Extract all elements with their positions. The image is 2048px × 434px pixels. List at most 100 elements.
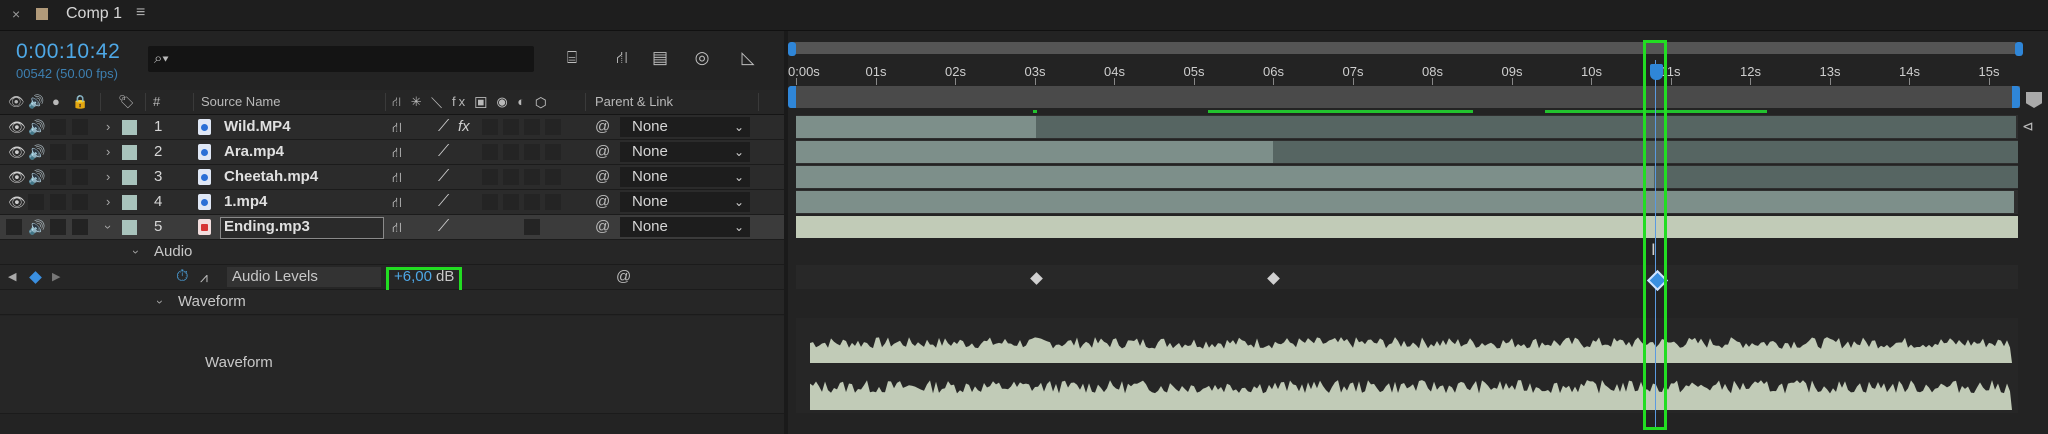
navigator-end-handle[interactable] xyxy=(2015,42,2023,56)
lock-switch[interactable] xyxy=(72,194,88,210)
3d-layer-switch[interactable] xyxy=(545,119,561,135)
layer-bar-wild[interactable] xyxy=(796,116,1036,138)
graph-icon[interactable]: ⩘ xyxy=(200,265,208,289)
time-navigator-bar[interactable] xyxy=(790,42,2020,54)
3d-layer-switch[interactable] xyxy=(545,194,561,210)
layer-row[interactable]: 👁 › 4 1.mp4 ⛙ ⟋ @ None ⌄ xyxy=(0,190,785,215)
layer-search-input[interactable] xyxy=(148,46,534,72)
lock-column-icon[interactable]: 🔒 xyxy=(72,90,88,114)
layer-bar-1[interactable] xyxy=(796,191,2014,213)
pick-whip-icon[interactable]: @ xyxy=(595,115,610,139)
audio-group-row[interactable]: › Audio xyxy=(0,240,785,265)
expand-chevron-icon[interactable]: › xyxy=(106,190,110,214)
speaker-icon[interactable]: 🔊 xyxy=(28,115,45,139)
adjustment-switch[interactable] xyxy=(524,194,540,210)
comp-tab-title[interactable]: Comp 1 xyxy=(66,5,122,23)
switches-header[interactable]: ⛙ ✳ ⟍ fx ▣ ◉ ◐ ⬡ xyxy=(392,90,550,114)
navigator-start-handle[interactable] xyxy=(788,42,796,56)
comp-button-icon[interactable]: ⊲ xyxy=(2022,118,2034,135)
pick-whip-icon[interactable]: @ xyxy=(595,190,610,214)
shy-switch-icon[interactable]: ⛙ xyxy=(392,215,402,239)
close-tab-icon[interactable]: × xyxy=(12,6,20,22)
lock-switch[interactable] xyxy=(72,169,88,185)
expand-chevron-icon[interactable]: › xyxy=(106,165,110,189)
panel-menu-icon[interactable]: ≡ xyxy=(136,4,145,22)
layer-name[interactable]: Ending.mp3 xyxy=(224,215,310,239)
frame-blend-switch[interactable] xyxy=(482,194,498,210)
keyframe-toggle-icon[interactable] xyxy=(29,271,42,284)
pick-whip-icon[interactable]: @ xyxy=(595,215,610,239)
layer-name[interactable]: 1.mp4 xyxy=(224,190,267,214)
draft-3d-icon[interactable]: ⛙ xyxy=(610,48,634,70)
solo-switch[interactable] xyxy=(50,169,66,185)
speaker-icon[interactable]: 🔊 xyxy=(28,165,45,189)
layer-bar-ending[interactable] xyxy=(796,216,2018,238)
eye-icon[interactable]: 👁 xyxy=(8,115,26,139)
expand-chevron-icon[interactable]: › xyxy=(106,140,110,164)
layer-name[interactable]: Wild.MP4 xyxy=(224,115,291,139)
search-icon[interactable]: ⌕▾ xyxy=(154,50,169,67)
composition-mini-flowchart-icon[interactable]: ⌸ xyxy=(560,48,584,70)
eye-icon[interactable]: 👁 xyxy=(8,140,26,164)
solo-switch[interactable] xyxy=(50,119,66,135)
work-area-start-handle[interactable] xyxy=(788,86,796,108)
waveform-group-row[interactable]: › Waveform xyxy=(0,290,785,315)
layer-row[interactable]: 👁 🔊 › 1 Wild.MP4 ⛙ ⟋ fx @ None ⌄ xyxy=(0,115,785,140)
quality-switch-icon[interactable]: ⟋ xyxy=(438,115,449,139)
layer-bar-ara[interactable] xyxy=(796,141,1273,163)
collapse-chevron-icon[interactable]: › xyxy=(96,225,120,229)
layer-bar-wild-tail[interactable] xyxy=(1036,116,2016,138)
solo-column-icon[interactable]: ● xyxy=(52,90,60,114)
next-keyframe-icon[interactable]: ▶ xyxy=(52,265,60,289)
quality-switch-icon[interactable]: ⟋ xyxy=(438,190,449,214)
motion-blur-switch[interactable] xyxy=(503,119,519,135)
eye-icon[interactable]: 👁 xyxy=(8,190,26,214)
label-color-swatch[interactable] xyxy=(122,220,137,235)
frame-blend-switch[interactable] xyxy=(482,144,498,160)
layer-row[interactable]: 👁 🔊 › 2 Ara.mp4 ⛙ ⟋ @ None ⌄ xyxy=(0,140,785,165)
layer-bar-cheetah-tail[interactable] xyxy=(1654,166,2018,188)
graph-editor-icon[interactable]: ◺ xyxy=(736,48,760,70)
adjustment-switch[interactable] xyxy=(524,144,540,160)
adjustment-switch[interactable] xyxy=(524,119,540,135)
speaker-icon[interactable]: 🔊 xyxy=(28,215,45,239)
shy-switch-icon[interactable]: ⛙ xyxy=(392,140,402,164)
stopwatch-icon[interactable]: ⏱ xyxy=(176,265,188,289)
source-name-header[interactable]: Source Name xyxy=(201,90,280,114)
pick-whip-icon[interactable]: @ xyxy=(595,165,610,189)
solo-switch[interactable] xyxy=(50,144,66,160)
quality-switch-icon[interactable]: ⟋ xyxy=(438,140,449,164)
solo-switch[interactable] xyxy=(50,194,66,210)
shy-switch-icon[interactable]: ⛙ xyxy=(392,115,402,139)
expand-chevron-icon[interactable]: › xyxy=(106,115,110,139)
label-color-swatch[interactable] xyxy=(122,195,137,210)
audio-column-icon[interactable]: 🔊 xyxy=(28,90,44,114)
collapse-chevron-icon[interactable]: › xyxy=(148,300,172,304)
lock-switch[interactable] xyxy=(72,219,88,235)
label-column-icon[interactable]: 🏷 xyxy=(118,90,135,114)
motion-blur-switch[interactable] xyxy=(503,194,519,210)
shy-switch-icon[interactable]: ⛙ xyxy=(392,190,402,214)
shy-layers-icon[interactable]: ▤ xyxy=(648,48,672,70)
layer-name[interactable]: Cheetah.mp4 xyxy=(224,165,318,189)
shy-switch-icon[interactable]: ⛙ xyxy=(392,165,402,189)
eye-icon[interactable]: 👁 xyxy=(8,165,26,189)
parent-link-header[interactable]: Parent & Link xyxy=(595,90,673,114)
layer-name[interactable]: Ara.mp4 xyxy=(224,140,284,164)
adjustment-switch[interactable] xyxy=(524,169,540,185)
label-color-swatch[interactable] xyxy=(122,170,137,185)
work-area-bar[interactable] xyxy=(790,86,2020,108)
3d-layer-switch[interactable] xyxy=(545,169,561,185)
lock-switch[interactable] xyxy=(72,144,88,160)
quality-switch-icon[interactable]: ⟋ xyxy=(438,165,449,189)
lock-switch[interactable] xyxy=(72,119,88,135)
effects-switch-icon[interactable]: fx xyxy=(458,115,470,139)
current-timecode[interactable]: 0:00:10:42 xyxy=(16,40,120,64)
collapse-chevron-icon[interactable]: › xyxy=(124,250,148,254)
video-switch[interactable] xyxy=(6,219,22,235)
solo-switch[interactable] xyxy=(50,219,66,235)
video-column-icon[interactable]: 👁 xyxy=(8,90,25,114)
work-area-end-handle[interactable] xyxy=(2012,86,2020,108)
layer-row-selected[interactable]: 🔊 › 5 Ending.mp3 ⛙ ⟋ @ None ⌄ xyxy=(0,215,785,240)
prev-keyframe-icon[interactable]: ◀ xyxy=(8,265,16,289)
